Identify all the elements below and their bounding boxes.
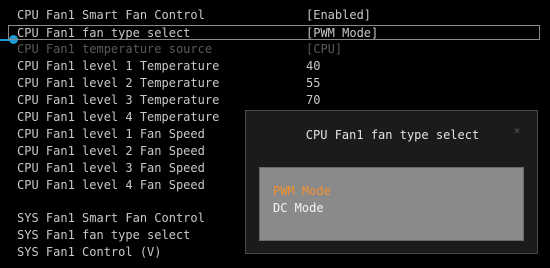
fan-type-select-dialog: CPU Fan1 fan type select × PWM Mode DC M…	[245, 110, 538, 254]
setting-label: SYS Fan1 Smart Fan Control	[17, 211, 205, 225]
setting-label: CPU Fan1 level 3 Fan Speed	[17, 161, 205, 175]
setting-label: CPU Fan1 level 2 Fan Speed	[17, 144, 205, 158]
setting-label: CPU Fan1 Smart Fan Control	[17, 8, 205, 22]
setting-value: [PWM Mode]	[306, 26, 379, 40]
setting-value: 55	[306, 76, 321, 90]
setting-row-cpu-fan1-temperature-source: CPU Fan1 temperature source [CPU]	[0, 41, 540, 57]
dialog-title: CPU Fan1 fan type select	[305, 128, 480, 142]
setting-label: SYS Fan1 Control (V)	[17, 245, 162, 259]
setting-label: CPU Fan1 temperature source	[17, 42, 213, 56]
setting-row-cpu-fan1-level2-temperature[interactable]: CPU Fan1 level 2 Temperature 55	[0, 75, 540, 91]
setting-label: CPU Fan1 level 4 Temperature	[17, 110, 220, 124]
close-icon[interactable]: ×	[510, 124, 524, 138]
setting-label: CPU Fan1 level 2 Temperature	[17, 76, 220, 90]
bios-fan-settings-screen: CPU Fan1 Smart Fan Control [Enabled] CPU…	[0, 0, 550, 268]
setting-row-cpu-fan1-smart-fan-control[interactable]: CPU Fan1 Smart Fan Control [Enabled]	[0, 7, 540, 23]
setting-row-cpu-fan1-fan-type-select[interactable]: CPU Fan1 fan type select [PWM Mode]	[8, 25, 540, 40]
setting-label: CPU Fan1 level 4 Fan Speed	[17, 178, 205, 192]
setting-value: [Enabled]	[306, 8, 372, 22]
option-dc-mode[interactable]: DC Mode	[273, 200, 324, 216]
setting-value: 40	[306, 59, 321, 73]
setting-label: CPU Fan1 level 1 Temperature	[17, 59, 220, 73]
setting-label: CPU Fan1 level 1 Fan Speed	[17, 127, 205, 141]
setting-row-cpu-fan1-level3-temperature[interactable]: CPU Fan1 level 3 Temperature 70	[0, 92, 540, 108]
setting-row-cpu-fan1-level1-temperature[interactable]: CPU Fan1 level 1 Temperature 40	[0, 58, 540, 74]
setting-label: SYS Fan1 fan type select	[17, 228, 191, 242]
setting-label: CPU Fan1 fan type select	[17, 26, 191, 40]
option-pwm-mode[interactable]: PWM Mode	[273, 183, 331, 199]
setting-value: 70	[306, 93, 321, 107]
setting-value: [CPU]	[306, 42, 343, 56]
dialog-options-list: PWM Mode DC Mode	[259, 167, 524, 241]
setting-label: CPU Fan1 level 3 Temperature	[17, 93, 220, 107]
